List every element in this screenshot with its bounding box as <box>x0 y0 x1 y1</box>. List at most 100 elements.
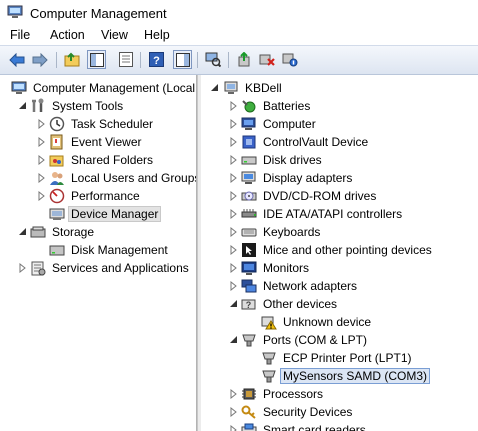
collapsed-arrow-icon[interactable] <box>229 155 238 165</box>
collapsed-arrow-icon[interactable] <box>229 281 238 291</box>
device-category-other-devices[interactable]: ? Other devices <box>201 295 478 313</box>
collapsed-arrow-icon[interactable] <box>37 119 46 129</box>
menu-file[interactable]: File <box>10 28 30 42</box>
device-label: IDE ATA/ATAPI controllers <box>263 207 403 221</box>
port-icon <box>242 334 256 347</box>
tree-label: Event Viewer <box>71 135 142 149</box>
port-icon <box>262 370 276 383</box>
device-label: Security Devices <box>263 405 353 419</box>
device-unknown-device[interactable]: Unknown device <box>201 313 478 331</box>
collapsed-arrow-icon[interactable] <box>37 137 46 147</box>
device-category-controlvault[interactable]: ControlVault Device <box>201 133 478 151</box>
collapsed-arrow-icon[interactable] <box>229 137 238 147</box>
device-category-batteries[interactable]: Batteries <box>201 97 478 115</box>
smart-card-reader-icon <box>241 423 257 431</box>
tree-label: Local Users and Groups <box>71 171 197 185</box>
tree-item-storage[interactable]: Storage <box>6 223 196 241</box>
device-category-ide-ata-atapi[interactable]: IDE ATA/ATAPI controllers <box>201 205 478 223</box>
tree-item-device-manager[interactable]: Device Manager <box>6 205 196 223</box>
show-hide-action-pane-icon[interactable] <box>173 50 192 69</box>
key-icon <box>241 405 256 419</box>
tree-item-system-tools[interactable]: System Tools <box>6 97 196 115</box>
device-label: Processors <box>263 387 324 401</box>
expanded-arrow-icon[interactable] <box>229 335 238 345</box>
device-label: ControlVault Device <box>263 135 369 149</box>
expanded-arrow-icon[interactable] <box>18 227 27 237</box>
device-label: Computer <box>263 117 316 131</box>
device-category-keyboards[interactable]: Keyboards <box>201 223 478 241</box>
expanded-arrow-icon[interactable] <box>210 83 219 93</box>
device-category-smart-card-readers[interactable]: Smart card readers <box>201 421 478 431</box>
computer-icon <box>224 81 238 94</box>
disable-device-icon[interactable] <box>281 51 298 68</box>
properties-icon[interactable] <box>117 51 134 68</box>
computer-management-icon <box>11 81 27 94</box>
collapsed-arrow-icon[interactable] <box>229 101 238 111</box>
tree-item-local-users-and-groups[interactable]: Local Users and Groups <box>6 169 196 187</box>
keyboard-icon <box>241 228 257 237</box>
collapsed-arrow-icon[interactable] <box>229 191 238 201</box>
collapsed-arrow-icon[interactable] <box>229 407 238 417</box>
forward-icon[interactable] <box>31 51 48 68</box>
expanded-arrow-icon[interactable] <box>18 101 27 111</box>
toolbar: ? <box>0 45 478 75</box>
device-label: Display adapters <box>263 171 353 185</box>
dvd-drive-icon <box>241 191 257 201</box>
device-category-display-adapters[interactable]: Display adapters <box>201 169 478 187</box>
device-mysensors-samd[interactable]: MySensors SAMD (COM3) <box>201 367 478 385</box>
collapsed-arrow-icon[interactable] <box>37 155 46 165</box>
toolbar-separator <box>140 52 141 68</box>
collapsed-arrow-icon[interactable] <box>18 263 27 273</box>
collapsed-arrow-icon[interactable] <box>229 425 238 431</box>
device-category-disk-drives[interactable]: Disk drives <box>201 151 478 169</box>
display-adapter-icon <box>241 171 256 184</box>
monitor-icon <box>241 261 257 275</box>
device-root[interactable]: KBDell <box>201 79 478 97</box>
show-hide-tree-icon[interactable] <box>87 50 106 69</box>
battery-icon <box>242 100 256 113</box>
collapsed-arrow-icon[interactable] <box>37 191 46 201</box>
tree-item-services-and-applications[interactable]: Services and Applications <box>6 259 196 277</box>
device-category-dvd-cd-rom-drives[interactable]: DVD/CD-ROM drives <box>201 187 478 205</box>
up-folder-icon[interactable] <box>63 51 80 68</box>
clock-icon <box>49 116 65 132</box>
device-category-ports[interactable]: Ports (COM & LPT) <box>201 331 478 349</box>
expanded-arrow-icon[interactable] <box>229 299 238 309</box>
menu-view[interactable]: View <box>101 28 128 42</box>
collapsed-arrow-icon[interactable] <box>37 173 46 183</box>
collapsed-arrow-icon[interactable] <box>229 263 238 273</box>
menu-help[interactable]: Help <box>144 28 170 42</box>
device-category-mice[interactable]: Mice and other pointing devices <box>201 241 478 259</box>
collapsed-arrow-icon[interactable] <box>229 209 238 219</box>
scan-hardware-icon[interactable] <box>204 51 221 68</box>
device-category-processors[interactable]: Processors <box>201 385 478 403</box>
collapsed-arrow-icon[interactable] <box>229 389 238 399</box>
device-category-monitors[interactable]: Monitors <box>201 259 478 277</box>
device-category-computer[interactable]: Computer <box>201 115 478 133</box>
device-label: Batteries <box>263 99 311 113</box>
collapsed-arrow-icon[interactable] <box>229 173 238 183</box>
unknown-device-warning-icon <box>261 316 277 330</box>
device-ecp-printer-port[interactable]: ECP Printer Port (LPT1) <box>201 349 478 367</box>
back-icon[interactable] <box>8 51 25 68</box>
uninstall-icon[interactable] <box>258 51 275 68</box>
tree-item-event-viewer[interactable]: Event Viewer <box>6 133 196 151</box>
network-adapter-icon <box>241 279 257 293</box>
tree-item-computer-management[interactable]: Computer Management (Local <box>6 79 196 97</box>
collapsed-arrow-icon[interactable] <box>229 119 238 129</box>
update-driver-icon[interactable] <box>235 51 252 68</box>
tree-item-task-scheduler[interactable]: Task Scheduler <box>6 115 196 133</box>
menu-action[interactable]: Action <box>50 28 85 42</box>
device-label: Ports (COM & LPT) <box>263 333 368 347</box>
device-category-network-adapters[interactable]: Network adapters <box>201 277 478 295</box>
tree-item-shared-folders[interactable]: Shared Folders <box>6 151 196 169</box>
collapsed-arrow-icon[interactable] <box>229 227 238 237</box>
device-label: Network adapters <box>263 279 358 293</box>
device-category-security-devices[interactable]: Security Devices <box>201 403 478 421</box>
help-icon[interactable]: ? <box>148 51 165 68</box>
tree-item-disk-management[interactable]: Disk Management <box>6 241 196 259</box>
tree-item-performance[interactable]: Performance <box>6 187 196 205</box>
device-label: Unknown device <box>283 315 372 329</box>
device-tree: KBDell Batteries Computer ControlVault D… <box>201 75 478 431</box>
collapsed-arrow-icon[interactable] <box>229 245 238 255</box>
